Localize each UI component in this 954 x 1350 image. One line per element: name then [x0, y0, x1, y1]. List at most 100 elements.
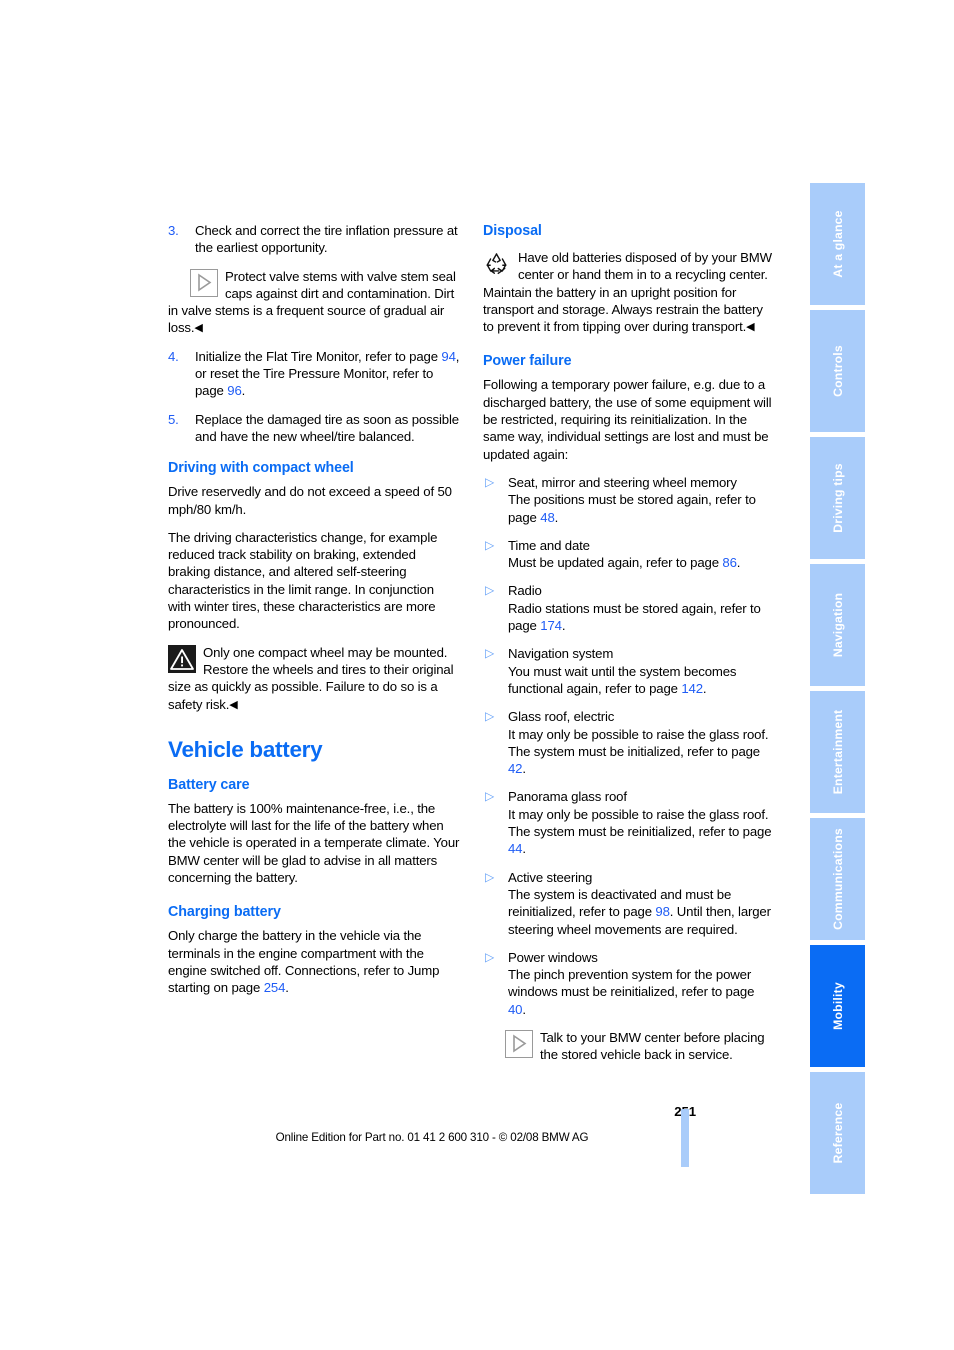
tab-at-a-glance[interactable]: At a glance	[810, 183, 865, 305]
power-failure-item: ▷ Power windows The pinch prevention sys…	[483, 949, 775, 1018]
tab-label: At a glance	[830, 210, 845, 278]
triangle-bullet-icon: ▷	[485, 646, 495, 661]
manual-page: 3. Check and correct the tire inflation …	[0, 0, 954, 1350]
tab-label: Driving tips	[830, 463, 845, 533]
item-text: The pinch prevention system for the powe…	[508, 967, 754, 1017]
end-marker: ◀	[746, 321, 755, 334]
item-text-part: It may only be possible to raise the gla…	[508, 726, 769, 759]
item-text-part: It may only be possible to raise the gla…	[508, 806, 772, 840]
item-title: Power windows	[508, 949, 598, 965]
item-text-part: The pinch prevention system for the powe…	[508, 967, 755, 1000]
item-title: Panorama glass roof	[508, 789, 627, 805]
tab-label: Communications	[830, 828, 845, 930]
item-text: Radio stations must be stored again, ref…	[508, 601, 761, 633]
power-failure-item: ▷ Radio Radio stations must be stored ag…	[483, 582, 775, 634]
tab-label: Entertainment	[830, 709, 845, 795]
power-failure-item: ▷ Seat, mirror and steering wheel memory…	[483, 474, 775, 526]
triangle-bullet-icon: ▷	[485, 949, 495, 964]
page-reference[interactable]: 174	[540, 618, 562, 633]
footer-accent-bar	[681, 1109, 689, 1167]
charging-battery-text: Only charge the battery in the vehicle v…	[168, 927, 460, 996]
page-reference[interactable]: 142	[681, 681, 703, 696]
heading-battery-care: Battery care	[168, 776, 250, 793]
disposal-note: Have old batteries disposed of by your B…	[483, 249, 775, 335]
page-reference[interactable]: 96	[227, 383, 242, 398]
tab-navigation[interactable]: Navigation	[810, 564, 865, 686]
page-reference[interactable]: 40	[508, 1002, 523, 1017]
power-failure-item: ▷ Active steering The system is deactiva…	[483, 869, 775, 938]
step-text-part: .	[241, 383, 246, 399]
triangle-bullet-icon: ▷	[485, 789, 495, 804]
item-text-part: .	[522, 841, 526, 857]
end-marker: ◀	[194, 322, 203, 335]
warning-body: Only one compact wheel may be mounted. R…	[168, 644, 454, 712]
tab-communications[interactable]: Communications	[810, 818, 865, 940]
item-title: Active steering	[508, 869, 593, 885]
charging-battery-text-part: Only charge the battery in the vehicle v…	[168, 928, 440, 996]
valve-stem-note: Protect valve stems with valve stem seal…	[168, 268, 460, 337]
item-text-part: Must be updated again, refer to page	[508, 555, 723, 571]
heading-driving-with-compact-wheel: Driving with compact wheel	[168, 460, 354, 477]
section-tab-rail: At a glance Controls Driving tips Naviga…	[810, 183, 865, 1194]
numbered-step: 4. Initialize the Flat Tire Monitor, ref…	[168, 348, 460, 400]
battery-care-text: The battery is 100% maintenance-free, i.…	[168, 800, 460, 886]
page-reference[interactable]: 42	[508, 761, 523, 776]
step-number: 5.	[168, 411, 179, 427]
tab-entertainment[interactable]: Entertainment	[810, 691, 865, 813]
tab-label: Reference	[830, 1102, 845, 1164]
step-text: Check and correct the tire inflation pre…	[195, 223, 458, 256]
page-reference[interactable]: 98	[655, 904, 670, 919]
item-title: Glass roof, electric	[508, 709, 615, 725]
item-title: Radio	[508, 583, 542, 599]
heading-vehicle-battery: Vehicle battery	[168, 736, 323, 762]
page-reference[interactable]: 254	[264, 980, 286, 995]
triangle-bullet-icon: ▷	[485, 537, 495, 552]
page-reference[interactable]: 48	[540, 510, 555, 525]
page-reference[interactable]: 94	[441, 349, 456, 364]
item-text: The positions must be stored again, refe…	[508, 492, 756, 524]
item-title: Seat, mirror and steering wheel memory	[508, 474, 737, 490]
item-text-part: .	[522, 1001, 526, 1017]
footer-edition-text: Online Edition for Part no. 01 41 2 600 …	[275, 1131, 589, 1144]
service-note: Talk to your BMW center before placing t…	[483, 1029, 775, 1064]
page-number: 251	[168, 1104, 696, 1119]
item-text: You must wait until the system becomes f…	[508, 664, 737, 696]
hint-triangle-icon	[190, 268, 218, 297]
step-number: 3.	[168, 223, 179, 238]
step-number: 4.	[168, 348, 179, 364]
item-title: Navigation system	[508, 646, 614, 662]
right-text-column: Disposal Have old batteries disposed of …	[483, 222, 775, 1075]
service-note-text: Talk to your BMW center before placing t…	[540, 1029, 765, 1063]
triangle-bullet-icon: ▷	[485, 583, 495, 598]
power-failure-intro: Following a temporary power failure, e.g…	[483, 377, 772, 462]
power-failure-item: ▷ Panorama glass roof It may only be pos…	[483, 788, 775, 857]
tab-mobility[interactable]: Mobility	[810, 945, 865, 1067]
disposal-note-text: Have old batteries disposed of by your B…	[483, 250, 772, 334]
compact-wheel-paragraph-1: Drive reservedly and do not exceed a spe…	[168, 484, 452, 517]
item-text-part: .	[561, 618, 566, 634]
item-text-part: .	[554, 509, 559, 525]
step-text: Initialize the Flat Tire Monitor, refer …	[195, 349, 459, 399]
power-failure-item: ▷ Glass roof, electric It may only be po…	[483, 708, 775, 777]
power-failure-item: ▷ Navigation system You must wait until …	[483, 645, 775, 697]
item-text-part: .	[736, 555, 741, 571]
numbered-step: 3. Check and correct the tire inflation …	[168, 222, 460, 257]
tab-controls[interactable]: Controls	[810, 310, 865, 432]
end-marker: ◀	[229, 698, 238, 711]
item-text: Must be updated again, refer to page 86.	[508, 555, 740, 570]
compact-wheel-warning-text: Only one compact wheel may be mounted. R…	[168, 644, 454, 712]
step-text: Replace the damaged tire as soon as poss…	[195, 411, 459, 444]
triangle-bullet-icon: ▷	[485, 474, 495, 489]
item-title: Time and date	[508, 537, 590, 553]
page-reference[interactable]: 86	[722, 555, 737, 570]
tab-driving-tips[interactable]: Driving tips	[810, 437, 865, 559]
item-text: The system is deactivated and must be re…	[508, 887, 771, 937]
tab-label: Navigation	[830, 592, 845, 658]
disposal-body: Have old batteries disposed of by your B…	[483, 250, 772, 335]
hint-triangle-icon	[505, 1029, 533, 1058]
compact-wheel-warning: Only one compact wheel may be mounted. R…	[168, 644, 460, 713]
tab-reference[interactable]: Reference	[810, 1072, 865, 1194]
tab-label: Mobility	[830, 982, 845, 1030]
page-reference[interactable]: 44	[508, 841, 523, 856]
triangle-bullet-icon: ▷	[485, 869, 495, 884]
